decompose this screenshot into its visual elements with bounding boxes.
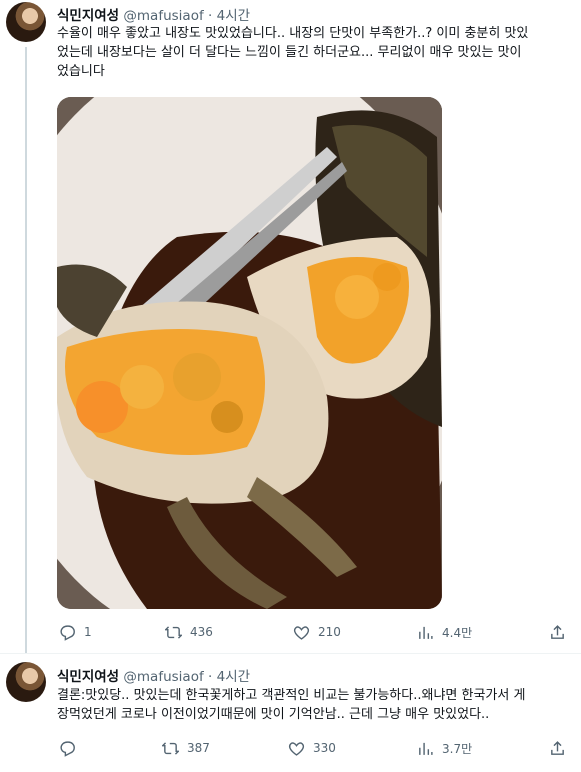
like-count: 330 <box>313 741 336 755</box>
retweet-count: 436 <box>190 625 213 639</box>
reply-count: 1 <box>84 625 92 639</box>
author-handle[interactable]: @mafusiaof <box>123 669 203 685</box>
timestamp[interactable]: 4시간 <box>217 8 250 24</box>
tweet-header: 식민지여성 @mafusiaof · 4시간 <box>57 4 250 24</box>
author-handle[interactable]: @mafusiaof <box>123 8 203 24</box>
heart-icon <box>288 740 305 757</box>
timestamp[interactable]: 4시간 <box>217 669 250 685</box>
heart-icon <box>293 624 310 641</box>
separator-dot: · <box>208 669 213 685</box>
tweet-actions: 1 436 210 4.4만 <box>57 622 571 642</box>
retweet-button[interactable]: 436 <box>165 622 213 642</box>
like-button[interactable]: 210 <box>293 622 341 642</box>
tweet-2[interactable]: 식민지여성 @mafusiaof · 4시간 결론:맛있당.. 맛있는데 한국꽃… <box>0 654 581 772</box>
tweet-text-line: 었는데 내장보다는 살이 더 달다는 느낌이 들긴 하더군요... 무리없이 매… <box>57 45 522 60</box>
avatar[interactable] <box>6 2 46 42</box>
separator-dot: · <box>208 8 213 24</box>
tweet-text-line: 수율이 매우 좋았고 내장도 맛있었습니다.. 내장의 단맛이 부족한가..? … <box>57 26 529 41</box>
view-count: 3.7만 <box>442 741 473 756</box>
tweet-text-line: 장먹었던게 코로나 이전이었기때문에 맛이 기억안남.. 근데 그냥 매우 맛있… <box>57 707 490 722</box>
views-icon <box>417 624 434 641</box>
retweet-icon <box>165 624 182 641</box>
like-button[interactable]: 330 <box>288 738 336 758</box>
tweet-text: 결론:맛있당.. 맛있는데 한국꽃게하고 객관적인 비교는 불가능하다..왜냐면… <box>57 686 569 724</box>
share-button[interactable] <box>549 622 574 642</box>
reply-button[interactable] <box>59 738 84 758</box>
reply-icon <box>59 740 76 757</box>
retweet-count: 387 <box>187 741 210 755</box>
tweet-text-line: 었습니다 <box>57 64 105 79</box>
retweet-icon <box>162 740 179 757</box>
share-icon <box>549 740 566 757</box>
crab-photo-image <box>57 97 442 609</box>
tweet-header: 식민지여성 @mafusiaof · 4시간 <box>57 665 250 685</box>
reply-icon <box>59 624 76 641</box>
avatar[interactable] <box>6 662 46 702</box>
views-icon <box>417 740 434 757</box>
tweet-text: 수율이 매우 좋았고 내장도 맛있었습니다.. 내장의 단맛이 부족한가..? … <box>57 24 569 81</box>
thread-line <box>25 47 27 653</box>
tweet-actions: 387 330 3.7만 <box>57 738 571 758</box>
tweet-text-line: 결론:맛있당.. 맛있는데 한국꽃게하고 객관적인 비교는 불가능하다..왜냐면… <box>57 688 526 703</box>
views-button[interactable]: 3.7만 <box>417 738 472 758</box>
views-button[interactable]: 4.4만 <box>417 622 472 642</box>
author-name[interactable]: 식민지여성 <box>57 8 119 24</box>
retweet-button[interactable]: 387 <box>162 738 210 758</box>
tweet-1[interactable]: 식민지여성 @mafusiaof · 4시간 수율이 매우 좋았고 내장도 맛있… <box>0 0 581 653</box>
share-icon <box>549 624 566 641</box>
view-count: 4.4만 <box>442 625 473 640</box>
share-button[interactable] <box>549 738 574 758</box>
author-name[interactable]: 식민지여성 <box>57 669 119 685</box>
like-count: 210 <box>318 625 341 639</box>
reply-button[interactable]: 1 <box>59 622 92 642</box>
tweet-photo[interactable] <box>57 97 442 609</box>
